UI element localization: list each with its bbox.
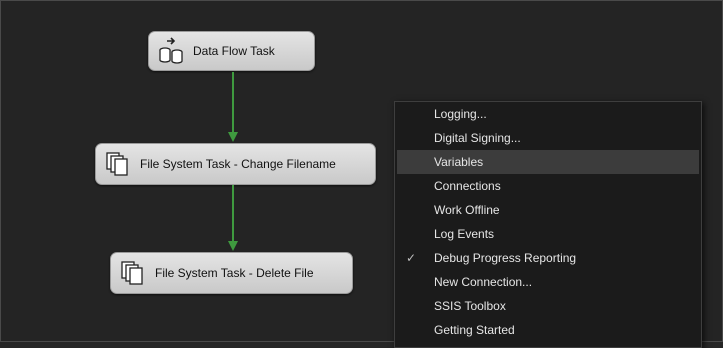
menu-item-variables[interactable]: Variables — [397, 150, 699, 174]
task-label: File System Task - Change Filename — [140, 157, 336, 171]
checkmark-icon: ✓ — [406, 251, 417, 265]
menu-item-label: Debug Progress Reporting — [434, 251, 577, 265]
menu-item-digital-signing[interactable]: Digital Signing... — [397, 126, 699, 150]
menu-item-label: Digital Signing... — [434, 131, 521, 145]
precedence-constraint-arrow[interactable] — [227, 72, 239, 143]
data-flow-icon — [157, 37, 185, 65]
menu-item-ssis-toolbox[interactable]: SSIS Toolbox — [397, 294, 699, 318]
menu-item-label: Variables — [434, 155, 484, 169]
precedence-constraint-arrow[interactable] — [227, 185, 239, 252]
menu-item-debug-progress-reporting[interactable]: ✓ Debug Progress Reporting — [397, 246, 699, 270]
file-system-icon — [104, 150, 132, 178]
menu-item-label: SSIS Toolbox — [434, 299, 506, 313]
task-label: Data Flow Task — [193, 44, 275, 58]
menu-item-log-events[interactable]: Log Events — [397, 222, 699, 246]
menu-item-logging[interactable]: Logging... — [397, 102, 699, 126]
menu-item-label: New Connection... — [434, 275, 533, 289]
context-menu: Logging... Digital Signing... Variables … — [394, 101, 702, 348]
menu-item-connections[interactable]: Connections — [397, 174, 699, 198]
task-delete-file[interactable]: File System Task - Delete File — [110, 252, 353, 294]
task-change-filename[interactable]: File System Task - Change Filename — [95, 143, 376, 185]
file-system-icon — [119, 259, 147, 287]
menu-item-label: Log Events — [434, 227, 495, 241]
menu-item-label: Getting Started — [434, 323, 515, 337]
menu-item-work-offline[interactable]: Work Offline — [397, 198, 699, 222]
task-data-flow[interactable]: Data Flow Task — [148, 31, 315, 71]
menu-item-getting-started[interactable]: Getting Started — [397, 318, 699, 342]
task-label: File System Task - Delete File — [155, 266, 314, 280]
menu-item-label: Connections — [434, 179, 501, 193]
menu-item-label: Work Offline — [434, 203, 500, 217]
menu-item-new-connection[interactable]: New Connection... — [397, 270, 699, 294]
menu-item-label: Logging... — [434, 107, 487, 121]
